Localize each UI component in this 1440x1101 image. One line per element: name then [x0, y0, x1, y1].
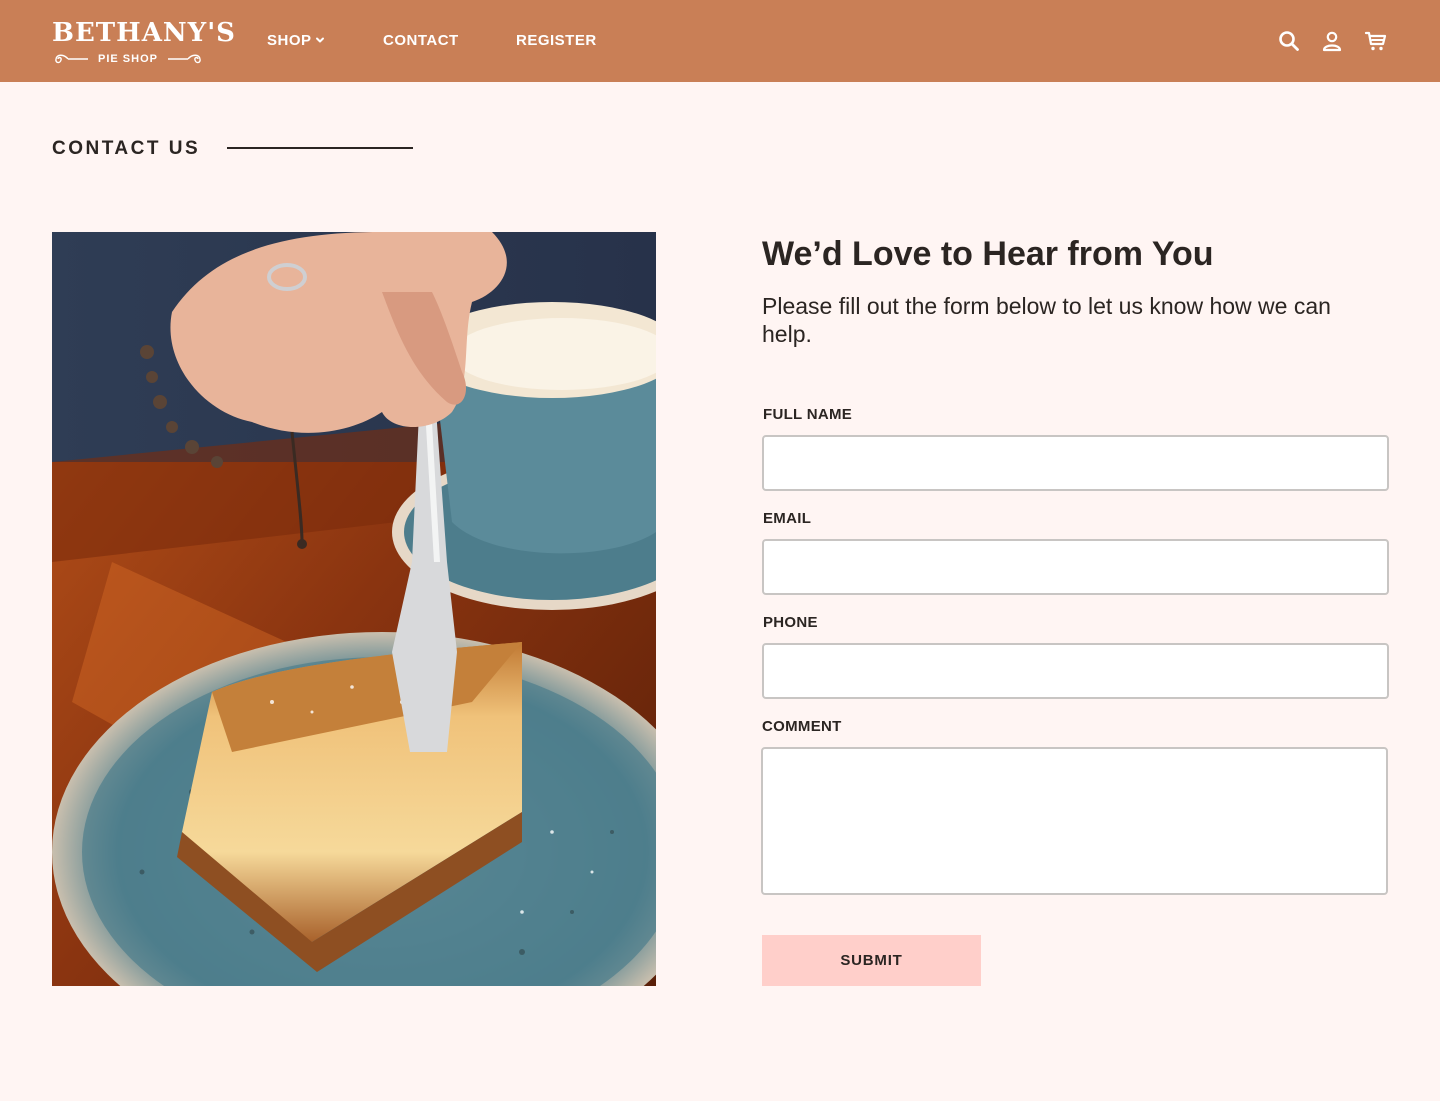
section-title: CONTACT US: [52, 138, 201, 159]
full-name-label: FULL NAME: [763, 406, 853, 423]
cart-icon[interactable]: [1364, 29, 1388, 53]
user-icon[interactable]: [1320, 29, 1344, 53]
brand-tagline: PIE SHOP: [98, 53, 158, 65]
swirl-ornament-icon: [55, 54, 88, 64]
brand-logo[interactable]: BETHANY'S PIE SHOP: [52, 16, 236, 66]
search-icon[interactable]: [1277, 29, 1301, 53]
nav-shop-label: SHOP: [267, 32, 312, 49]
email-input[interactable]: [762, 539, 1389, 595]
nav-contact[interactable]: CONTACT: [383, 0, 459, 82]
phone-label: PHONE: [763, 614, 818, 631]
section-title-rule: [227, 147, 413, 149]
nav-register[interactable]: REGISTER: [516, 0, 597, 82]
cheesecake-photo: [52, 232, 656, 986]
brand-tagline-row: PIE SHOP: [52, 52, 204, 66]
comment-label: COMMENT: [762, 718, 842, 735]
brand-name: BETHANY'S: [52, 18, 236, 48]
site-header: BETHANY'S PIE SHOP SHOP CONTACT REGISTER: [0, 0, 1440, 82]
chevron-down-icon: [315, 37, 324, 43]
email-label: EMAIL: [763, 510, 812, 527]
contact-heading: We’d Love to Hear from You: [762, 235, 1214, 273]
contact-intro: Please fill out the form below to let us…: [762, 293, 1331, 347]
submit-button[interactable]: SUBMIT: [762, 935, 981, 986]
swirl-ornament-icon: [168, 54, 201, 64]
phone-input[interactable]: [762, 643, 1389, 699]
comment-textarea[interactable]: [761, 747, 1388, 895]
nav-shop[interactable]: SHOP: [267, 0, 326, 82]
full-name-input[interactable]: [762, 435, 1389, 491]
